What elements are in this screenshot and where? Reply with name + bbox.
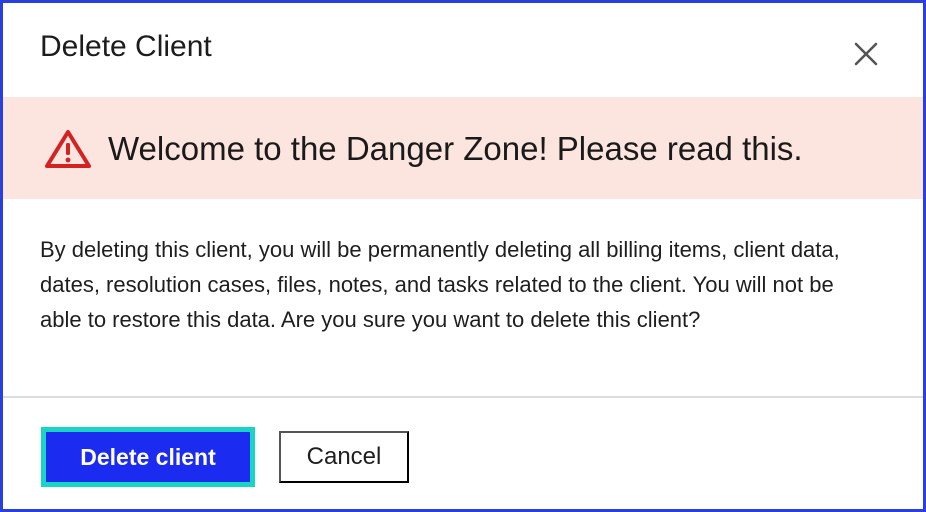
dialog-header: Delete Client <box>3 3 923 97</box>
banner-message: Welcome to the Danger Zone! Please read … <box>108 130 803 167</box>
danger-zone-banner: Welcome to the Danger Zone! Please read … <box>3 97 923 199</box>
close-icon <box>854 42 878 66</box>
confirmation-message: By deleting this client, you will be per… <box>40 237 840 332</box>
warning-triangle-icon <box>45 130 91 168</box>
cancel-button[interactable]: Cancel <box>279 431 409 483</box>
dialog-title: Delete Client <box>40 30 212 63</box>
footer-divider <box>3 396 923 398</box>
close-button[interactable] <box>849 37 883 71</box>
delete-client-dialog: Delete Client Welcome to the Danger Zone… <box>0 0 926 512</box>
delete-client-button[interactable]: Delete client <box>41 427 255 487</box>
